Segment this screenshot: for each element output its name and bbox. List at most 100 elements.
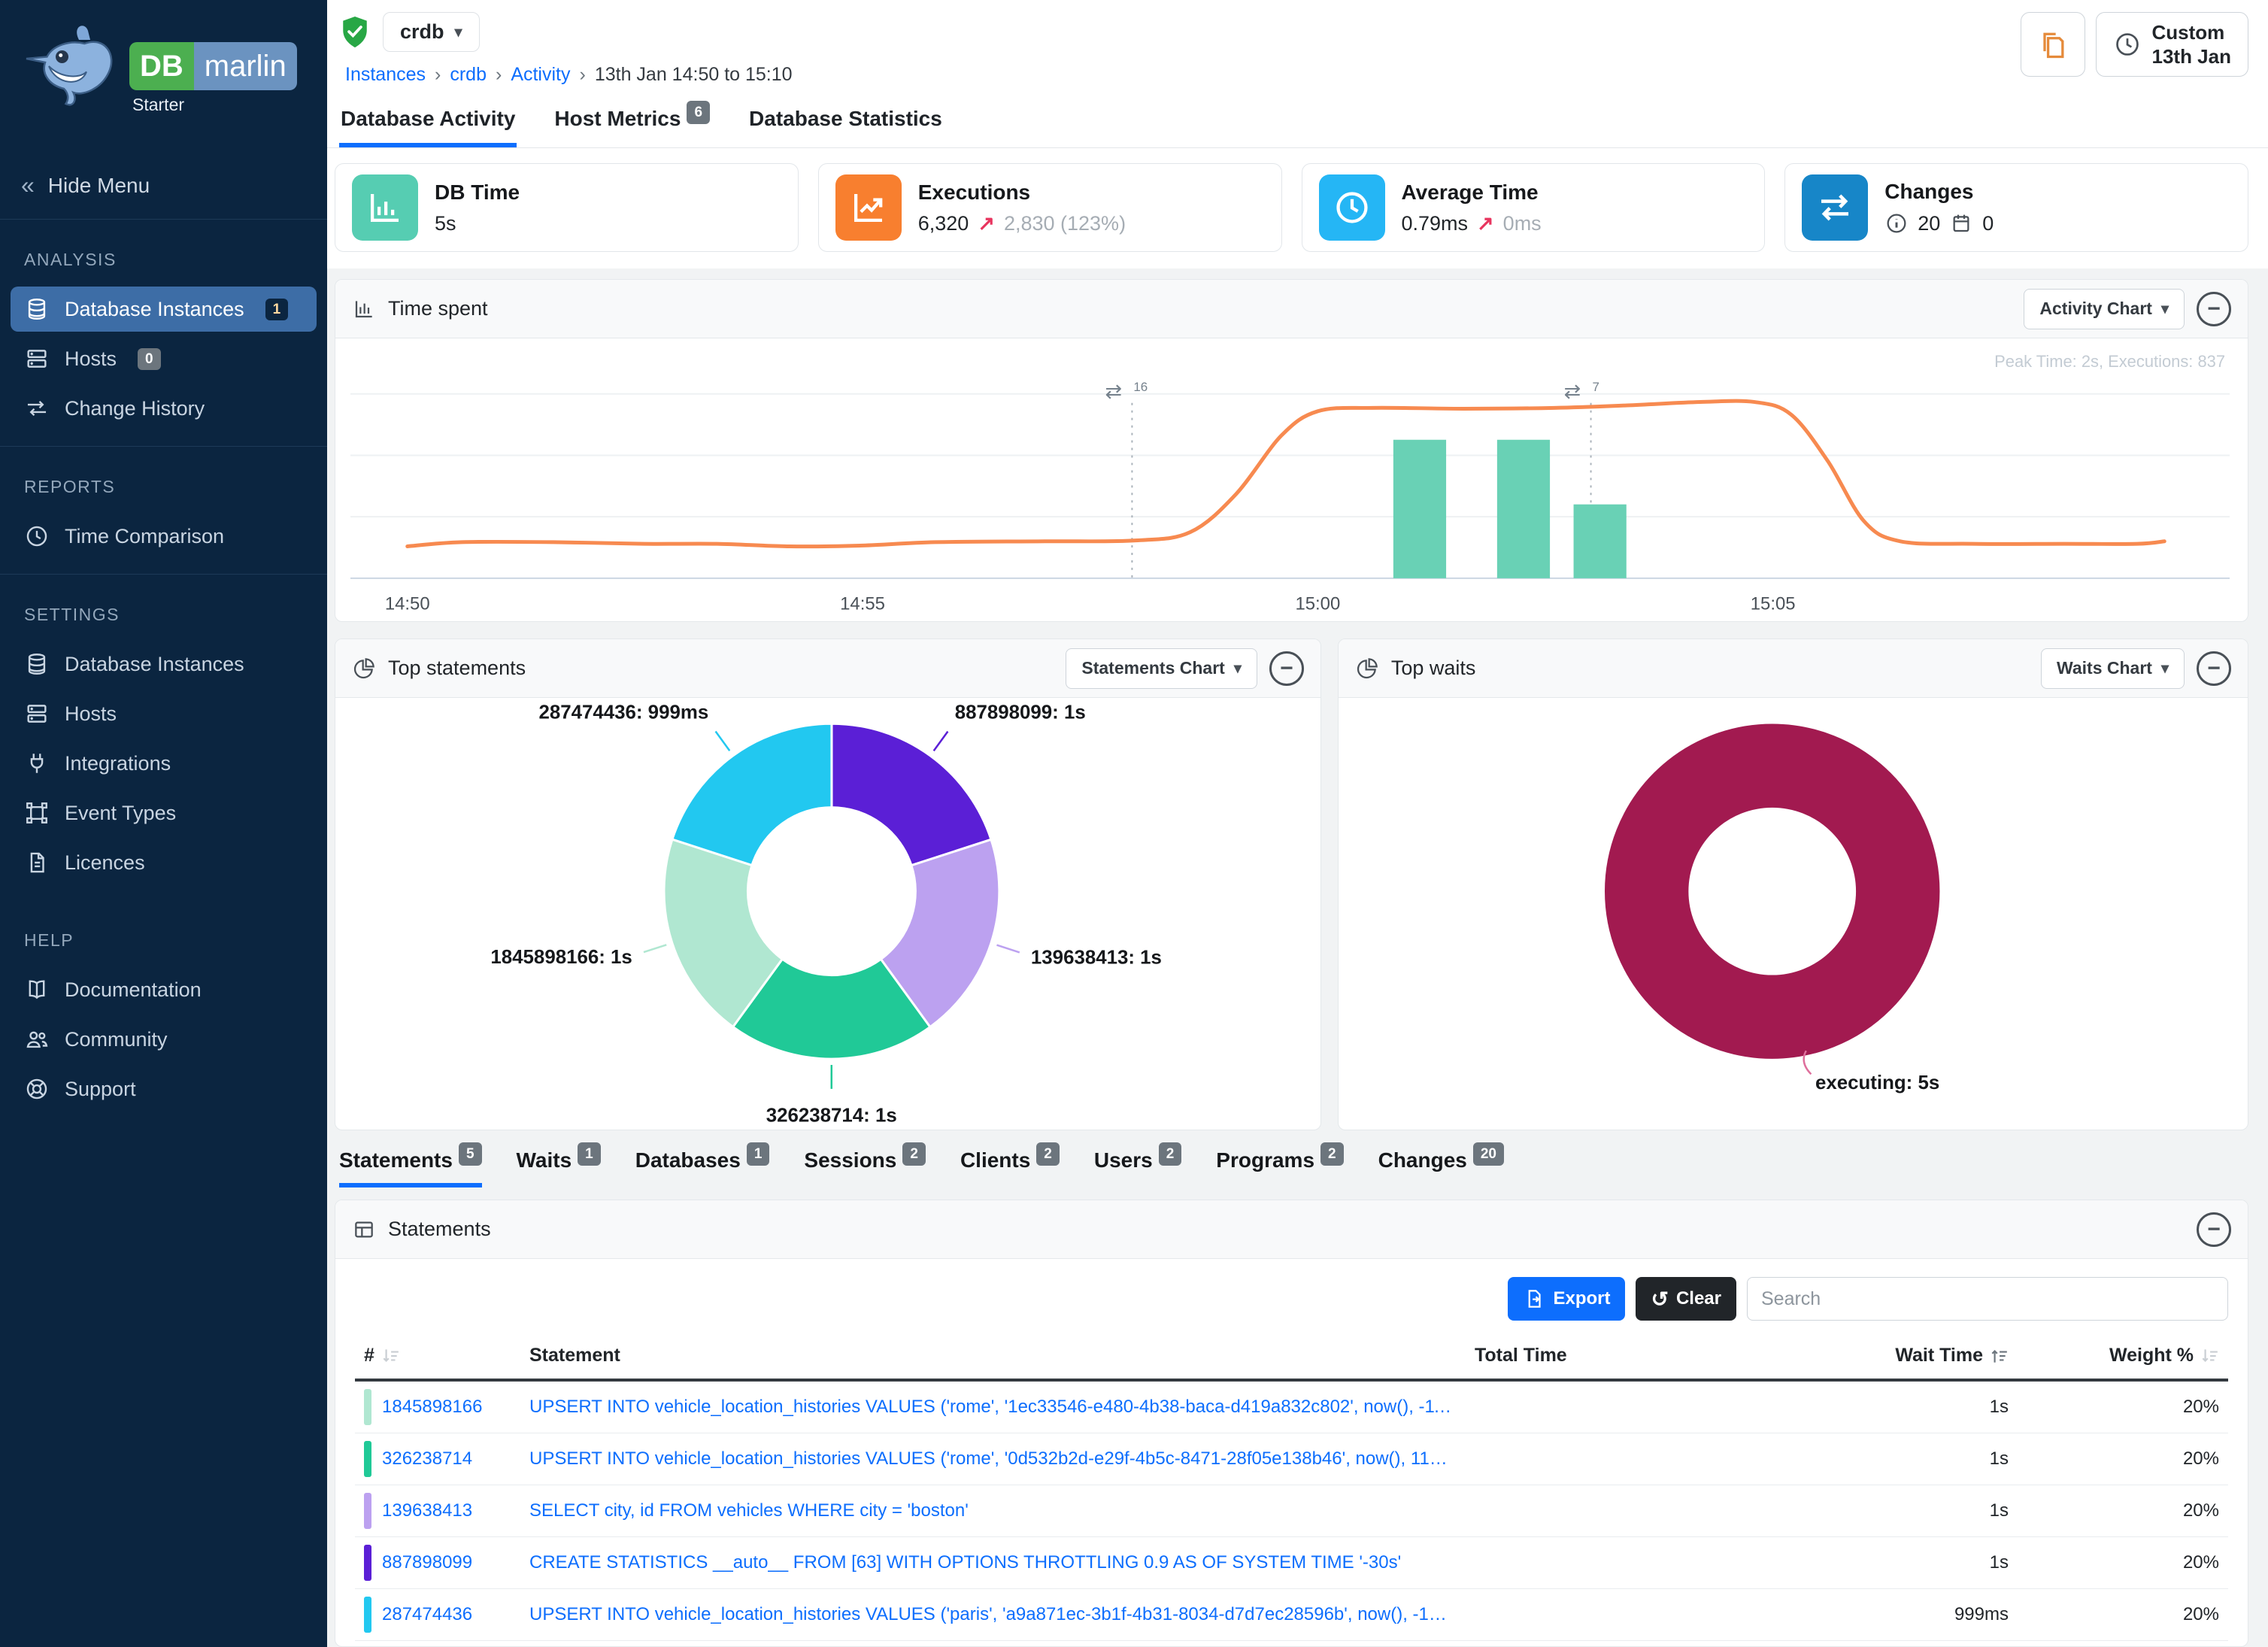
sidebar-section-title: REPORTS [0, 451, 327, 509]
change-history-icon [24, 396, 50, 421]
topbar: crdb ▾ Instances›crdb›Activity›13th Jan … [327, 0, 2268, 93]
metric-delta: 2,830 (123%) [1004, 212, 1126, 235]
breadcrumb-link[interactable]: Instances [345, 64, 426, 86]
donut-slice[interactable] [1647, 766, 1898, 1017]
sidebar-item-change-history[interactable]: Change History [11, 386, 317, 431]
tab-databases[interactable]: Databases1 [635, 1148, 770, 1187]
sidebar-item-community[interactable]: Community [11, 1017, 317, 1062]
breadcrumb-link[interactable]: Activity [511, 64, 570, 86]
collapse-panel-button[interactable]: − [2197, 292, 2231, 326]
database-icon [24, 651, 50, 677]
time-range-button[interactable]: Custom 13th Jan [2096, 12, 2249, 77]
export-button[interactable]: Export [1508, 1277, 1625, 1321]
wait-time-value: 1s [1760, 1448, 2009, 1470]
top-statements-panel: Top statements Statements Chart ▾ − 8878… [335, 638, 1321, 1130]
statement-sql-link[interactable]: SELECT city, id FROM vehicles WHERE city… [529, 1500, 1475, 1521]
breadcrumb-link[interactable]: crdb [450, 64, 487, 86]
time-comparison-icon [24, 523, 50, 549]
tab-changes[interactable]: Changes20 [1378, 1148, 1504, 1187]
tab-database-activity[interactable]: Database Activity [339, 101, 517, 147]
waits-donut-chart[interactable]: executing: 5s [1345, 699, 2242, 1128]
waits-chart-dropdown[interactable]: Waits Chart ▾ [2041, 648, 2185, 689]
sidebar-item-hosts[interactable]: Hosts [11, 691, 317, 736]
column-header-id[interactable]: # [364, 1345, 529, 1366]
count-badge: 6 [687, 101, 710, 124]
sidebar-section-title: ANALYSIS [0, 224, 327, 282]
copy-link-button[interactable] [2021, 12, 2085, 77]
column-header-total-time[interactable]: Total Time [1475, 1345, 1760, 1366]
executions-bar[interactable] [1497, 440, 1550, 578]
statement-id-link[interactable]: 287474436 [382, 1604, 472, 1625]
sidebar-item-integrations[interactable]: Integrations [11, 741, 317, 786]
metric-value-row: 6,320↗2,830 (123%) [918, 212, 1126, 235]
sort-down-icon[interactable] [381, 1346, 400, 1366]
metric-value-row: 200 [1884, 211, 1994, 235]
tab-database-statistics[interactable]: Database Statistics [747, 101, 944, 147]
app: DB marlin Starter « Hide Menu ANALYSISDa… [0, 0, 2268, 1647]
panel-title: Top statements [388, 657, 526, 680]
statement-id-link[interactable]: 1845898166 [382, 1397, 482, 1418]
time-spent-chart[interactable]: ⇄16⇄714:5014:5515:0015:05Peak Time: 2s, … [347, 346, 2236, 622]
collapse-panel-button[interactable]: − [1269, 651, 1304, 686]
sidebar-item-event-types[interactable]: Event Types [11, 790, 317, 836]
weight-value: 20% [2009, 1397, 2219, 1418]
statement-sql-link[interactable]: UPSERT INTO vehicle_location_histories V… [529, 1397, 1475, 1418]
tab-users[interactable]: Users2 [1094, 1148, 1181, 1187]
metric-card-changes[interactable]: Changes200 [1784, 163, 2248, 252]
tab-statements[interactable]: Statements5 [339, 1148, 482, 1187]
sidebar-item-support[interactable]: Support [11, 1066, 317, 1112]
tab-clients[interactable]: Clients2 [960, 1148, 1060, 1187]
change-marker-count: 16 [1133, 380, 1148, 394]
tab-waits[interactable]: Waits1 [517, 1148, 601, 1187]
sidebar-item-hosts[interactable]: Hosts0 [11, 336, 317, 381]
collapse-panel-button[interactable]: − [2197, 1212, 2231, 1247]
statement-id-link[interactable]: 887898099 [382, 1552, 472, 1573]
sort-down-icon[interactable] [2200, 1346, 2219, 1366]
instance-selector[interactable]: crdb ▾ [383, 12, 480, 52]
table-row: 1845898166 UPSERT INTO vehicle_location_h… [355, 1382, 2228, 1433]
metric-card-db-time[interactable]: DB Time5s [335, 163, 799, 252]
metric-card-executions[interactable]: Executions6,320↗2,830 (123%) [818, 163, 1282, 252]
column-header-weight[interactable]: Weight % [2009, 1345, 2219, 1366]
sidebar-nav: ANALYSIS Database Instances1Hosts0 Change … [0, 220, 327, 1647]
search-input[interactable] [1747, 1277, 2228, 1321]
db-time-line[interactable] [408, 401, 2165, 546]
sidebar-item-licences[interactable]: Licences [11, 840, 317, 885]
sidebar-item-time-comparison[interactable]: Time Comparison [11, 514, 317, 559]
clear-button[interactable]: ↺ Clear [1636, 1277, 1736, 1321]
donut-slice[interactable] [832, 723, 991, 866]
breadcrumb-separator: › [435, 64, 441, 86]
statement-sql-link[interactable]: UPSERT INTO vehicle_location_histories V… [529, 1604, 1475, 1625]
statements-chart-dropdown[interactable]: Statements Chart ▾ [1066, 648, 1257, 689]
sort-up-icon[interactable] [1989, 1346, 2009, 1366]
main-content: crdb ▾ Instances›crdb›Activity›13th Jan … [327, 0, 2268, 1647]
statements-donut-chart[interactable]: 887898099: 1s139638413: 1s326238714: 1s1… [341, 699, 1314, 1128]
metric-title: Average Time [1402, 180, 1542, 205]
tab-host-metrics[interactable]: Host Metrics6 [553, 101, 711, 147]
statement-color-bar [364, 1545, 371, 1581]
brand-marlin: marlin [194, 42, 297, 90]
metric-value-row: 5s [435, 212, 520, 235]
sidebar-item-documentation[interactable]: Documentation [11, 967, 317, 1012]
tab-sessions[interactable]: Sessions2 [804, 1148, 926, 1187]
donut-slice[interactable] [672, 723, 832, 865]
sidebar-item-database-instances[interactable]: Database Instances [11, 642, 317, 687]
statement-sql-link[interactable]: CREATE STATISTICS __auto__ FROM [63] WIT… [529, 1552, 1475, 1573]
collapse-panel-button[interactable]: − [2197, 651, 2231, 686]
statement-sql-link[interactable]: UPSERT INTO vehicle_location_histories V… [529, 1448, 1475, 1470]
tab-programs[interactable]: Programs2 [1216, 1148, 1343, 1187]
sidebar-section: HELPDocumentationCommunitySupport [0, 900, 327, 1127]
metric-card-average-time[interactable]: Average Time0.79ms↗0ms [1302, 163, 1766, 252]
executions-bar[interactable] [1574, 505, 1627, 578]
column-header-wait-time[interactable]: Wait Time [1760, 1345, 2009, 1366]
time-spent-panel: Time spent Activity Chart ▾ − ⇄16⇄714:50… [335, 279, 2248, 622]
statement-id-link[interactable]: 139638413 [382, 1500, 472, 1521]
statement-id-link[interactable]: 326238714 [382, 1448, 472, 1470]
column-header-statement[interactable]: Statement [529, 1345, 1475, 1366]
activity-chart-dropdown[interactable]: Activity Chart ▾ [2024, 289, 2185, 329]
changes-icon [1802, 174, 1868, 241]
executions-bar[interactable] [1393, 440, 1446, 578]
sidebar-item-database-instances[interactable]: Database Instances1 [11, 287, 317, 332]
hide-menu-button[interactable]: « Hide Menu [0, 158, 327, 220]
metric-value: 6,320 [918, 212, 969, 235]
